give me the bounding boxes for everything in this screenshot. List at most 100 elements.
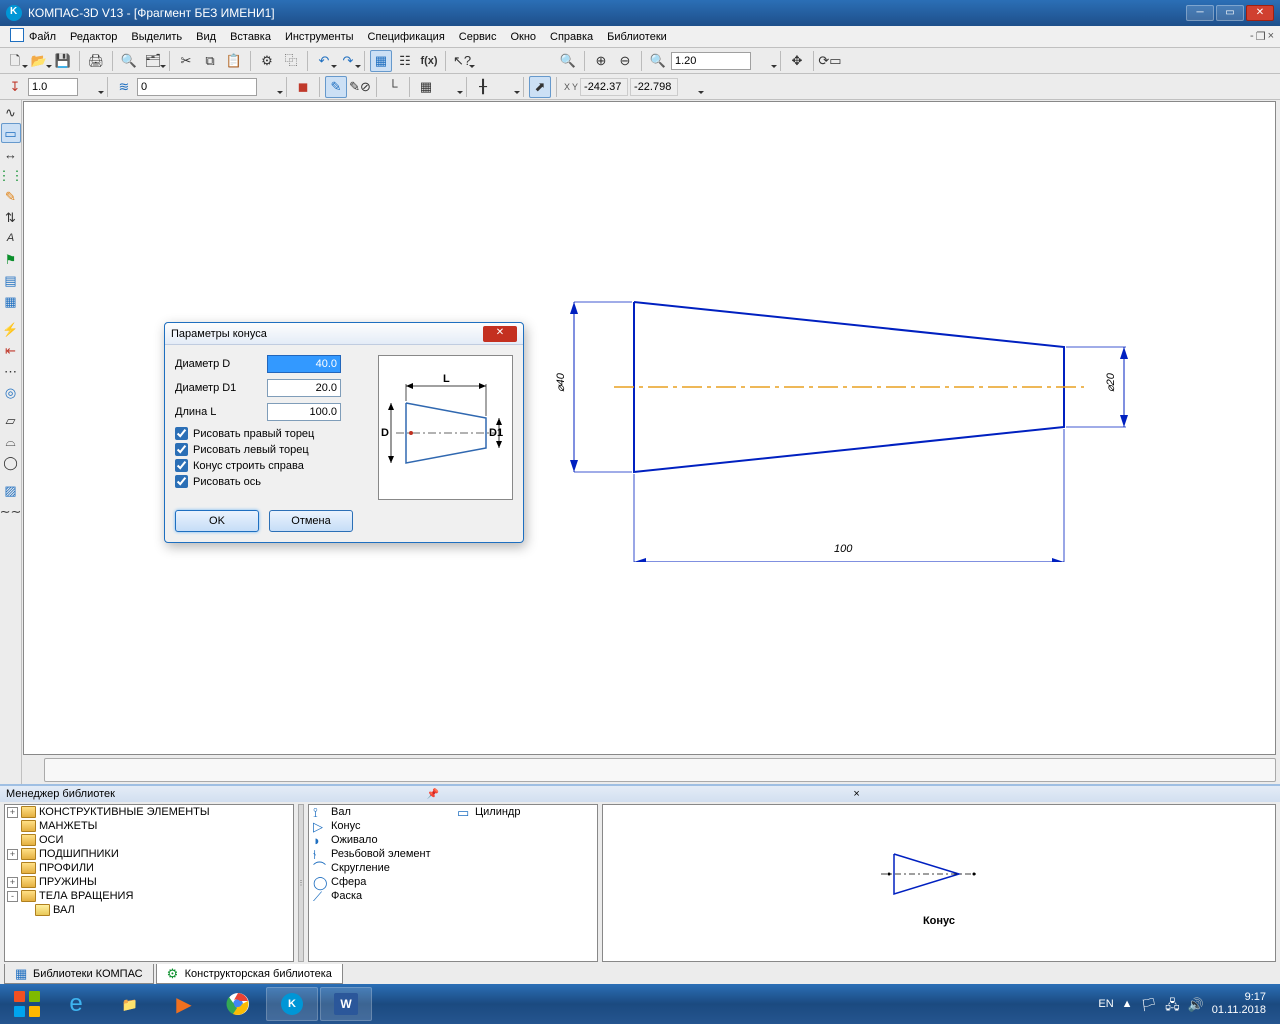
zoom-in-button[interactable]: ⊕ [590,50,612,72]
tray-lang[interactable]: EN [1098,998,1113,1010]
dialog-ok-button[interactable]: OK [175,510,259,532]
text-tool[interactable]: A [1,228,21,248]
diam-d1-input[interactable] [267,379,341,397]
help-button[interactable]: ↖? [451,50,473,72]
ck-left[interactable] [175,443,188,456]
menu-help[interactable]: Справка [543,29,600,45]
zoom-input[interactable] [671,52,751,70]
grid-dropdown[interactable] [439,76,461,98]
save-button[interactable]: 💾 [52,50,74,72]
mdi-minimize[interactable]: - [1250,30,1254,43]
maximize-button[interactable]: ▭ [1216,5,1244,21]
dialog-title-bar[interactable]: Параметры конуса ✕ [165,323,523,345]
libmgr-list[interactable]: ⟟Вал ▷Конус ◗Оживало ⫮Резьбовой элемент … [308,804,598,962]
taskbar-app-chrome[interactable] [212,987,264,1021]
taskbar-app-kompas[interactable]: K [266,987,318,1021]
layer-input[interactable] [137,78,257,96]
splitter[interactable]: ⋮ [298,804,304,962]
libmgr-title-bar[interactable]: Менеджер библиотек 📌 × [0,786,1280,802]
dim-tool[interactable]: ↔ [1,144,21,164]
preview-button[interactable]: 🔍 [118,50,140,72]
taskbar-app-player[interactable]: ▶ [158,987,210,1021]
ortho-button[interactable]: └ [382,76,404,98]
zoom-fit-button[interactable]: 🔍 [557,50,579,72]
aux-tool[interactable]: ⇤ [1,340,21,360]
zoom-window-button[interactable]: 🔍 [647,50,669,72]
anchor-button[interactable]: ↧ [4,76,26,98]
ck-right[interactable] [175,427,188,440]
axis-tool[interactable]: ⋯ [1,361,21,381]
dialog-close-button[interactable]: ✕ [483,326,517,342]
ck-axis[interactable] [175,475,188,488]
arc-tool[interactable]: ⌓ [1,431,21,451]
mdi-close[interactable]: × [1268,30,1274,43]
layers-button[interactable]: ≋ [113,76,135,98]
hatch-tool[interactable]: ▨ [1,480,21,500]
rect-tool[interactable]: ▱ [1,410,21,430]
undo-button[interactable]: ↶ [313,50,335,72]
menu-insert[interactable]: Вставка [223,29,278,45]
param-tool[interactable]: ⇅ [1,207,21,227]
menu-select[interactable]: Выделить [124,29,189,45]
line-tool[interactable]: ▭ [1,123,21,143]
menu-tools[interactable]: Инструменты [278,29,361,45]
tray-volume-icon[interactable]: 🔊 [1188,998,1204,1011]
copy-props-button[interactable]: ⿻ [280,50,302,72]
circle-tool-aux[interactable]: ◎ [1,382,21,402]
print-button[interactable]: 🖨 [85,50,107,72]
layer-dropdown[interactable] [259,76,281,98]
libmgr-close[interactable]: × [853,788,1274,800]
point-tool[interactable]: ∿ [1,102,21,122]
menu-spec[interactable]: Спецификация [361,29,452,45]
redo-button[interactable]: ↷ [337,50,359,72]
paste-button[interactable]: 📋 [223,50,245,72]
open-button[interactable]: 📂 [28,50,50,72]
copy-button[interactable]: ⧉ [199,50,221,72]
menu-service[interactable]: Сервис [452,29,504,45]
mdi-icon[interactable] [6,26,22,47]
tree-button[interactable]: ☷ [394,50,416,72]
menu-editor[interactable]: Редактор [63,29,124,45]
len-l-input[interactable] [267,403,341,421]
table-tool[interactable]: ▤ [1,270,21,290]
start-button[interactable] [6,987,48,1021]
tray-arrow-icon[interactable]: ▲ [1122,998,1133,1010]
spec-tool[interactable]: ▦ [1,291,21,311]
snap-off-button[interactable]: ✎⊘ [349,76,371,98]
ck-cone[interactable] [175,459,188,472]
scale-dropdown[interactable] [80,76,102,98]
local-cs-button[interactable]: ╂ [472,76,494,98]
grid-button[interactable]: ▦ [415,76,437,98]
dialog-cancel-button[interactable]: Отмена [269,510,353,532]
tab-constr-lib[interactable]: ⚙Конструкторская библиотека [156,964,343,984]
library-mgr-button[interactable]: ▦ [370,50,392,72]
doc-manager-button[interactable]: 🗂 [142,50,164,72]
menu-file[interactable]: Файл [22,29,63,45]
tab-libs-kompas[interactable]: ▦Библиотеки КОМПАС [4,964,154,984]
measure-tool[interactable]: ⚡ [1,319,21,339]
edit-tool[interactable]: ✎ [1,186,21,206]
snap-button[interactable]: ✎ [325,76,347,98]
drawing-canvas[interactable]: ⌀40 ⌀20 100 Параметры конуса ✕ [23,101,1276,755]
pin-icon[interactable]: 📌 [427,789,848,800]
menu-view[interactable]: Вид [189,29,223,45]
tray-flag-icon[interactable]: 🏳 [1141,998,1158,1011]
pan-button[interactable]: ✥ [786,50,808,72]
tray-network-icon[interactable]: 🖧 [1165,998,1180,1011]
scale-input[interactable] [28,78,78,96]
tray-clock[interactable]: 9:1701.11.2018 [1212,991,1266,1017]
circle-tool[interactable]: ◯ [1,452,21,472]
spline-tool[interactable]: ∼∼ [1,501,21,521]
symbol-tool[interactable]: ⋮⋮ [1,165,21,185]
cs-dropdown[interactable] [496,76,518,98]
diam-d-input[interactable] [267,355,341,373]
zoom-out-button[interactable]: ⊖ [614,50,636,72]
menu-window[interactable]: Окно [503,29,543,45]
minimize-button[interactable]: ─ [1186,5,1214,21]
coord-dropdown[interactable] [680,76,702,98]
menu-libs[interactable]: Библиотеки [600,29,674,45]
system-tray[interactable]: EN ▲ 🏳 🖧 🔊 9:1701.11.2018 [1098,991,1274,1017]
new-button[interactable]: 🗋 [4,50,26,72]
properties-button[interactable]: ⚙ [256,50,278,72]
redraw-button[interactable]: ⟳▭ [819,50,841,72]
